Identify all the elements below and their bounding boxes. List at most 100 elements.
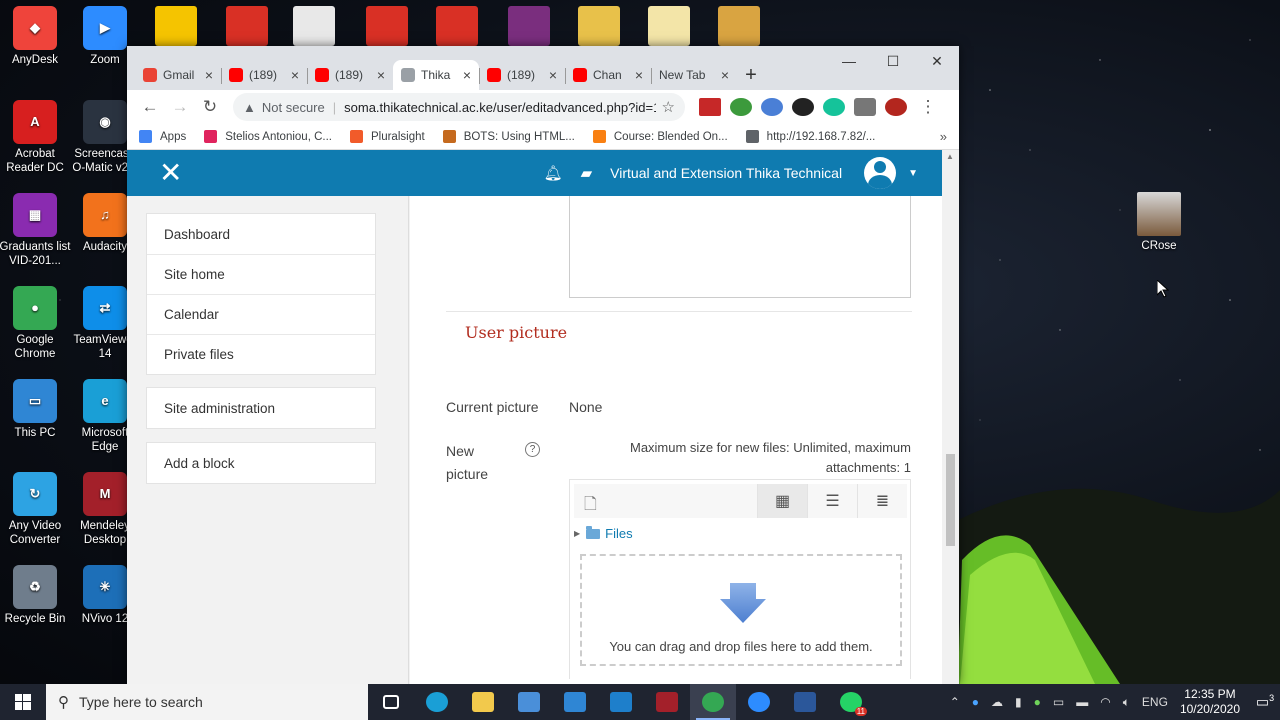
browser-tab[interactable]: (189) ×	[221, 60, 307, 90]
maximize-button[interactable]: ☐	[871, 46, 915, 76]
new-tab-button[interactable]: +	[737, 60, 765, 90]
page-scrollbar[interactable]: ▲	[942, 150, 959, 684]
acrobat-extension-icon[interactable]	[699, 98, 721, 116]
tree-view-icon[interactable]: ≣	[857, 484, 907, 518]
scroll-up-icon[interactable]: ▲	[946, 152, 954, 161]
document-file-icon[interactable]	[293, 6, 335, 46]
notifications-bell-icon[interactable]: 🔔︎	[544, 164, 563, 182]
power-icon[interactable]: ▬	[1076, 695, 1088, 709]
file-dropzone[interactable]: You can drag and drop files here to add …	[580, 554, 902, 666]
profile-avatar-icon[interactable]	[885, 98, 907, 116]
bookmark-item[interactable]: BOTS: Using HTML...	[442, 130, 575, 143]
rar-file-icon[interactable]	[508, 6, 550, 46]
desktop-icon[interactable]: A Acrobat Reader DC	[0, 100, 71, 175]
close-tab-icon[interactable]: ×	[463, 67, 471, 83]
browser-tab[interactable]: (189) ×	[307, 60, 393, 90]
volume-icon[interactable]: 🔈︎	[1123, 695, 1130, 710]
taskbar-app-zoom[interactable]	[736, 684, 782, 720]
add-a-block-link[interactable]: Add a block	[147, 443, 375, 483]
bird-extension-icon[interactable]	[792, 98, 814, 116]
scrollbar-thumb[interactable]	[946, 454, 955, 546]
address-bar[interactable]: ▲ Not secure | soma.thikatechnical.ac.ke…	[233, 93, 685, 121]
taskbar-app-whatsapp[interactable]: 11	[828, 684, 874, 720]
browser-menu-icon[interactable]: ⋮	[913, 97, 943, 117]
taskbar-app-mendeley[interactable]	[644, 684, 690, 720]
show-hidden-icons-icon[interactable]: ⌃	[950, 695, 960, 709]
taskbar-app-file-explorer[interactable]	[460, 684, 506, 720]
desktop-icon[interactable]: ▭ This PC	[0, 379, 71, 440]
taskbar-app-task-view[interactable]	[368, 684, 414, 720]
onedrive-icon[interactable]: ☁	[991, 695, 1003, 709]
pdf-file-icon[interactable]	[226, 6, 268, 46]
bookmark-item[interactable]: Stelios Antoniou, C...	[204, 130, 332, 143]
bookmark-item[interactable]: Course: Blended On...	[592, 130, 728, 143]
drawer-item[interactable]: Calendar	[147, 294, 375, 334]
help-icon[interactable]: ?	[525, 442, 540, 457]
close-tab-icon[interactable]: ×	[377, 67, 385, 83]
section-title-user-picture[interactable]: User picture	[465, 323, 567, 342]
image-file-icon[interactable]	[718, 6, 760, 46]
user-menu-caret-icon[interactable]: ▼	[908, 168, 918, 179]
language-indicator[interactable]: ENG	[1142, 695, 1168, 709]
clock[interactable]: 12:35 PM 10/20/2020	[1180, 687, 1240, 717]
bookmark-star-icon[interactable]: ☆	[662, 98, 675, 116]
bookmarks-overflow-icon[interactable]: »	[940, 129, 947, 144]
tray-app-icon[interactable]: ●	[972, 695, 979, 709]
earth-extension-icon[interactable]	[730, 98, 752, 116]
pdf-file-icon[interactable]	[366, 6, 408, 46]
expand-triangle-icon[interactable]: ▶	[574, 529, 580, 538]
url-text[interactable]: soma.thikatechnical.ac.ke/user/editadvan…	[344, 100, 655, 115]
user-avatar-icon[interactable]	[864, 157, 897, 189]
files-folder-row[interactable]: ▶ Files	[574, 525, 633, 541]
desktop-icon[interactable]: ▦ Graduants list VID-201...	[0, 193, 71, 268]
drawer-item[interactable]: Private files	[147, 334, 375, 374]
description-textarea[interactable]	[569, 196, 911, 298]
taskbar-search[interactable]: ⚲ Type here to search	[46, 684, 368, 720]
desktop-file-icon[interactable]	[155, 6, 197, 46]
bookmark-item[interactable]: Apps	[139, 130, 186, 143]
bookmark-item[interactable]: http://192.168.7.82/...	[745, 130, 875, 143]
taskbar-app-publisher[interactable]	[598, 684, 644, 720]
close-window-button[interactable]: ✕	[915, 46, 959, 76]
wifi-icon[interactable]: ◠	[1100, 695, 1110, 709]
desktop-icon[interactable]: ● Google Chrome	[0, 286, 71, 361]
taskbar-app-store[interactable]	[506, 684, 552, 720]
folder-icon[interactable]	[648, 6, 690, 46]
files-folder-label[interactable]: Files	[605, 526, 632, 541]
bookmark-item[interactable]: Pluralsight	[349, 130, 425, 143]
close-tab-icon[interactable]: ×	[635, 67, 643, 83]
desktop-icon[interactable]: ♻ Recycle Bin	[0, 565, 71, 626]
pdf-file-icon[interactable]	[436, 6, 478, 46]
tray-device-icon[interactable]: ▭	[1053, 695, 1064, 709]
taskbar-app-chrome[interactable]	[690, 684, 736, 720]
grammarly-extension-icon[interactable]	[823, 98, 845, 116]
taskbar-app-word[interactable]	[782, 684, 828, 720]
site-name[interactable]: Virtual and Extension Thika Technical	[610, 165, 842, 181]
desktop-icon[interactable]: ↻ Any Video Converter	[0, 472, 71, 547]
desktop-icon-crose[interactable]: CRose	[1123, 192, 1195, 253]
browser-tab[interactable]: Thika ×	[393, 60, 479, 90]
browser-tab[interactable]: Gmail ×	[135, 60, 221, 90]
close-tab-icon[interactable]: ×	[205, 67, 213, 83]
browser-tab[interactable]: New Tab ×	[651, 60, 737, 90]
folder-icon[interactable]	[578, 6, 620, 46]
icon-view-icon[interactable]: ▦	[757, 484, 807, 518]
add-file-icon[interactable]: 🗋︎	[584, 493, 597, 520]
drawer-item[interactable]: Site home	[147, 254, 375, 294]
taskbar-app-mail[interactable]	[552, 684, 598, 720]
messages-icon[interactable]: ▰	[581, 164, 593, 182]
close-tab-icon[interactable]: ×	[721, 67, 729, 83]
close-drawer-icon[interactable]: ✕	[159, 159, 182, 187]
forward-button[interactable]: →	[165, 97, 195, 117]
list-view-icon[interactable]: ☰	[807, 484, 857, 518]
minimize-button[interactable]: —	[827, 46, 871, 76]
close-tab-icon[interactable]: ×	[549, 67, 557, 83]
globe-extension-icon[interactable]	[761, 98, 783, 116]
microphone-icon[interactable]: ▮	[1015, 695, 1022, 709]
tray-sync-icon[interactable]: ●	[1034, 695, 1041, 709]
reload-button[interactable]: ↻	[195, 97, 225, 117]
browser-tab[interactable]: Chan ×	[565, 60, 651, 90]
extensions-puzzle-icon[interactable]	[854, 98, 876, 116]
drawer-item-site-administration[interactable]: Site administration	[147, 388, 375, 428]
browser-tab[interactable]: (189) ×	[479, 60, 565, 90]
